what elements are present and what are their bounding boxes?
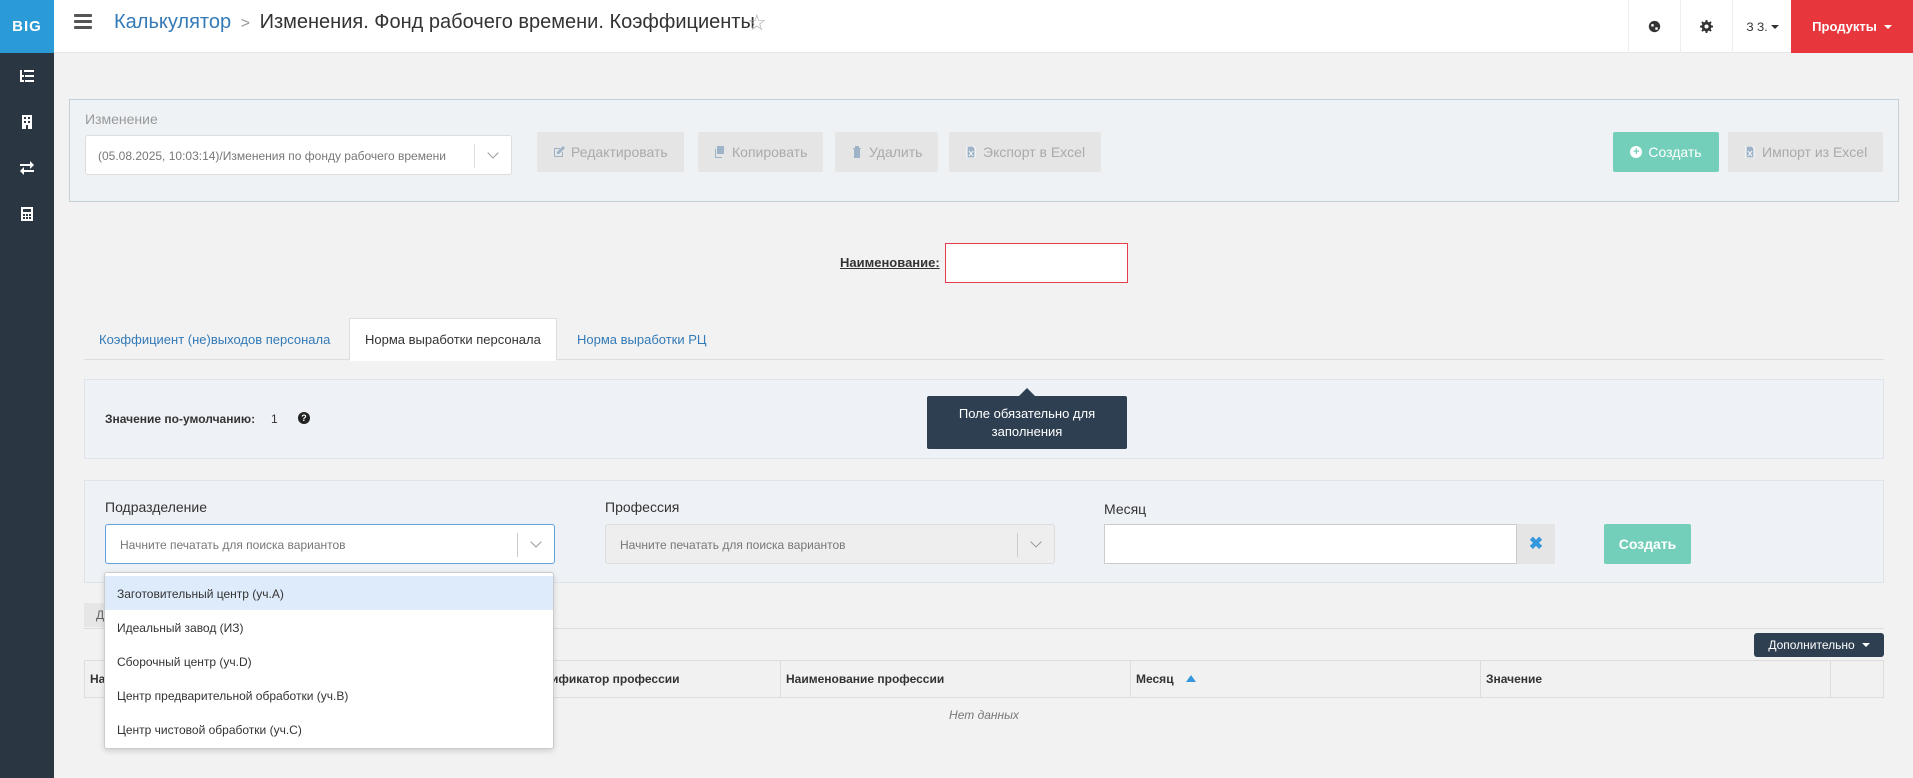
more-button[interactable]: Дополнительно (1754, 633, 1884, 657)
column-header-profession-name[interactable]: Наименование профессии (781, 661, 1131, 697)
department-dropdown-menu: Заготовительный центр (уч.А) Идеальный з… (104, 572, 554, 749)
column-header-profession-id[interactable]: ификатор профессии (542, 661, 781, 697)
chevron-down-icon (1770, 24, 1779, 29)
dropdown-option[interactable]: Центр чистовой обработки (уч.С) (105, 712, 553, 746)
column-header-month[interactable]: Месяц (1131, 661, 1481, 697)
chevron-down-icon (487, 147, 499, 159)
file-excel-icon (966, 146, 976, 158)
month-input[interactable] (1104, 524, 1517, 564)
user-name: З З. (1746, 19, 1768, 34)
column-header-actions (1831, 661, 1883, 697)
globe-icon (1648, 20, 1661, 33)
create-change-button[interactable]: + Создать (1613, 132, 1719, 172)
profession-label: Профессия (605, 499, 680, 515)
tab-absence-coefficient[interactable]: Коэффициент (не)выходов персонала (84, 318, 345, 360)
tabs-bar: Коэффициент (не)выходов персонала Норма … (84, 318, 1884, 361)
profession-placeholder: Начните печатать для поиска вариантов (620, 538, 846, 552)
name-input[interactable] (945, 243, 1128, 283)
tab-staff-output-norm[interactable]: Норма выработки персонала (349, 318, 557, 361)
export-excel-label: Экспорт в Excel (983, 144, 1086, 160)
favorite-star-icon[interactable]: ☆ (747, 10, 767, 36)
change-select-value: (05.08.2025, 10:03:14)/Изменения по фонд… (98, 149, 446, 163)
department-select[interactable]: Начните печатать для поиска вариантов (105, 524, 555, 564)
page-title: Изменения. Фонд рабочего времени. Коэффи… (259, 11, 755, 33)
close-icon: ✖ (1528, 534, 1544, 553)
change-select[interactable]: (05.08.2025, 10:03:14)/Изменения по фонд… (85, 135, 512, 175)
left-sidebar: BIG (0, 0, 54, 778)
language-button[interactable] (1628, 0, 1680, 53)
filter-panel: Подразделение Начните печатать для поиск… (84, 480, 1884, 583)
products-label: Продукты (1812, 19, 1877, 34)
create-row-button[interactable]: Создать (1604, 524, 1691, 564)
required-field-tooltip: Поле обязательно для заполнения (927, 388, 1127, 449)
products-button[interactable]: Продукты (1791, 0, 1913, 53)
clear-month-button[interactable]: ✖ (1517, 524, 1555, 564)
tab-wc-output-norm[interactable]: Норма выработки РЦ (562, 318, 722, 360)
edit-button[interactable]: Редактировать (537, 132, 684, 172)
settings-button[interactable] (1680, 0, 1732, 53)
dropdown-option[interactable]: Центр предварительной обработки (уч.B) (105, 678, 553, 712)
month-label: Месяц (1104, 501, 1147, 517)
sidebar-list-icon[interactable] (0, 53, 54, 99)
tooltip-line-2: заполнения (991, 424, 1063, 439)
sidebar-exchange-icon[interactable] (0, 145, 54, 191)
plus-circle-icon: + (1630, 146, 1643, 158)
chevron-down-icon (1861, 643, 1870, 647)
menu-toggle-icon[interactable] (74, 14, 92, 30)
gear-icon (1700, 20, 1713, 33)
file-excel-icon (1745, 146, 1755, 158)
change-label: Изменение (85, 111, 158, 127)
import-excel-label: Импорт из Excel (1762, 144, 1868, 160)
breadcrumb-calculator-link[interactable]: Калькулятор (114, 11, 231, 33)
chevron-down-icon (1883, 24, 1892, 29)
copy-icon (715, 146, 724, 158)
export-excel-button[interactable]: Экспорт в Excel (949, 132, 1102, 172)
copy-button[interactable]: Копировать (698, 132, 824, 172)
breadcrumb: Калькулятор > Изменения. Фонд рабочего в… (114, 11, 755, 34)
help-icon[interactable]: ? (298, 412, 310, 424)
sort-ascending-icon (1185, 675, 1196, 682)
sidebar-building-icon[interactable] (0, 99, 54, 145)
import-excel-button[interactable]: Импорт из Excel (1728, 132, 1884, 172)
dropdown-option[interactable]: Заготовительный центр (уч.А) (105, 576, 553, 610)
change-panel: Изменение (05.08.2025, 10:03:14)/Изменен… (69, 99, 1899, 202)
copy-button-label: Копировать (732, 144, 808, 160)
delete-button-label: Удалить (869, 144, 923, 160)
user-menu-button[interactable]: З З. (1732, 0, 1792, 53)
dropdown-option[interactable]: Идеальный завод (ИЗ) (105, 610, 553, 644)
sidebar-calculator-icon[interactable] (0, 191, 54, 237)
create-change-label: Создать (1648, 144, 1702, 160)
default-value-label: Значение по-умолчанию: (105, 412, 256, 426)
default-value[interactable]: 1 (271, 412, 278, 426)
edit-button-label: Редактировать (571, 144, 668, 160)
more-button-label: Дополнительно (1768, 638, 1855, 652)
tooltip-line-1: Поле обязательно для (958, 406, 1096, 421)
department-label: Подразделение (105, 499, 208, 515)
edit-icon (554, 146, 565, 157)
department-placeholder: Начните печатать для поиска вариантов (120, 538, 346, 552)
chevron-down-icon (1030, 536, 1042, 548)
chevron-down-icon (530, 536, 542, 548)
app-logo[interactable]: BIG (0, 0, 54, 53)
trash-icon (853, 146, 861, 158)
delete-button[interactable]: Удалить (835, 132, 939, 172)
column-header-value[interactable]: Значение (1481, 661, 1831, 697)
name-label: Наименование: (840, 255, 940, 270)
profession-select[interactable]: Начните печатать для поиска вариантов (605, 524, 1055, 564)
top-header: Калькулятор > Изменения. Фонд рабочего в… (54, 0, 1913, 53)
dropdown-option[interactable]: Сборочный центр (уч.D) (105, 644, 553, 678)
breadcrumb-separator: > (240, 15, 250, 32)
